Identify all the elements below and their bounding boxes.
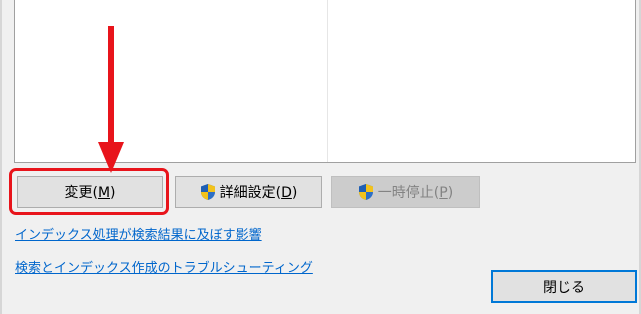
close-button[interactable]: 閉じる [491,270,637,303]
close-button-label: 閉じる [543,279,585,296]
window-left-border [0,0,2,314]
list-column-divider [327,0,328,162]
uac-shield-icon [200,184,215,200]
indexing-impact-link[interactable]: インデックス処理が検索結果に及ぼす影響 [15,224,262,243]
modify-button-label: 変更(M) [64,185,116,201]
pause-button-label: 一時停止(P) [377,185,454,201]
modify-button[interactable]: 変更(M) [17,176,163,208]
advanced-settings-button[interactable]: 詳細設定(D) [175,176,322,208]
annotation-arrow-icon [98,26,124,173]
troubleshoot-link[interactable]: 検索とインデックス作成のトラブルシューティング [15,257,313,276]
pause-button[interactable]: 一時停止(P) [331,176,480,208]
uac-shield-icon [358,184,373,200]
advanced-settings-button-label: 詳細設定(D) [219,185,298,201]
